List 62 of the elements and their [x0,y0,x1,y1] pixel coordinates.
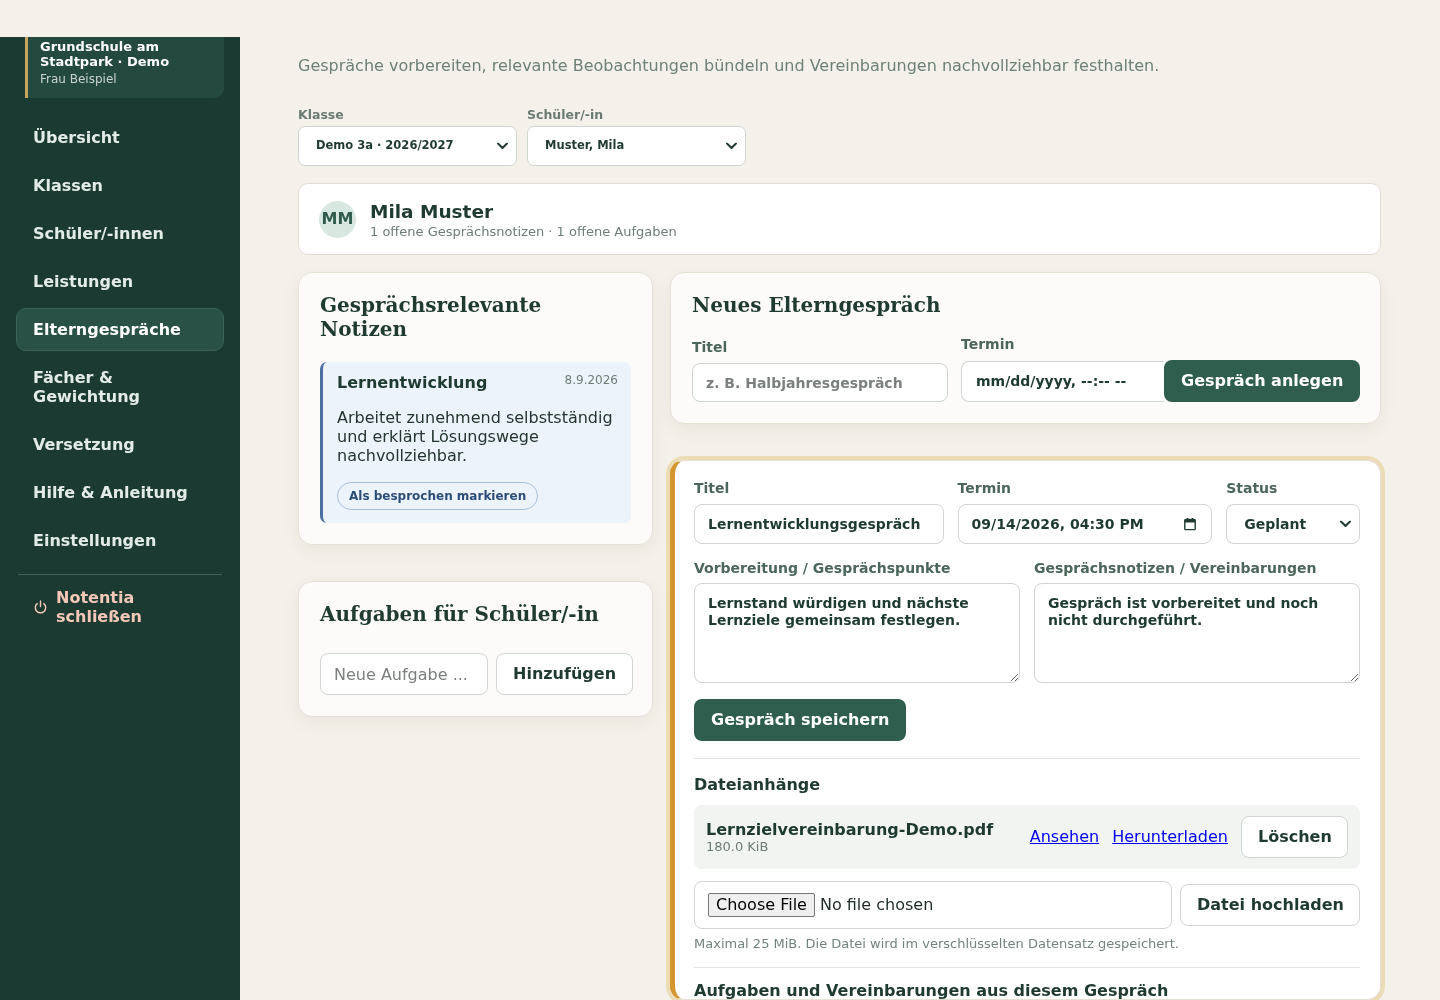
nav-item[interactable]: Einstellungen [16,519,224,562]
page-subtitle: Gespräche vorbereiten, relevante Beobachtungen bündeln und Vereinbarungen nachvollziehbar festhalten. [298,56,1161,75]
file-status-text: No file chosen [819,894,934,916]
delete-file-button[interactable]: Löschen [1241,816,1348,858]
student-name: Mila Muster [370,199,495,224]
field-label: Schüler/-in [527,107,605,122]
student-select[interactable]: Muster, Mila [527,126,746,166]
card-title: Aufgaben für Schüler/-in [320,602,600,626]
school-name: Grundschule am Stadtpark · Demo [40,39,171,69]
mark-discussed-button[interactable]: Als besprochen markieren [337,482,539,510]
note-text: Arbeitet zunehmend selbstständig und erklärt Lösungswege nachvollziehbar. [337,408,614,465]
add-task-button[interactable]: Hinzufügen [496,653,633,695]
file-size: 180.0 KiB [706,839,770,854]
file-input-field[interactable]: Choose File No file chosen [694,881,1172,929]
field-label: Gesprächsnotizen / Vereinbarungen [1034,560,1318,577]
power-icon [34,600,47,614]
field-label: Titel [692,339,729,356]
save-meeting-button[interactable]: Gespräch speichern [694,699,907,741]
nav-item[interactable]: Schüler/-innen [16,212,224,255]
notes-textarea[interactable]: Gespräch ist vorbereitet und noch nicht durchgeführt. [1034,583,1360,683]
file-name: Lernzielvereinbarung-Demo.pdf [706,820,994,839]
field-label: Klasse [298,107,345,122]
nav-item[interactable]: Leistungen [16,260,224,303]
note-date: 8.9.2026 [564,373,618,388]
field-label: Titel [694,480,731,497]
notes-textarea[interactable]: Lernstand würdigen und nächste Lernziele gemeinsam festlegen. [694,583,1020,683]
nav-item[interactable]: Hilfe & Anleitung [16,471,224,514]
upload-file-button[interactable]: Datei hochladen [1180,884,1360,926]
student-summary: 1 offene Gesprächsnotizen · 1 offene Aufgaben [370,223,677,239]
status-select[interactable]: Geplant [1226,504,1360,544]
nav-item[interactable]: Klassen [16,164,224,207]
nav-item[interactable]: Übersicht [16,116,224,159]
date-time-input[interactable]: mm/dd/yyyy, --:-- -- [961,360,1164,402]
close-app-button[interactable]: Notentia schließen [16,588,174,626]
note-category: Lernentwicklung [337,373,488,392]
file-link[interactable]: Herunterladen [1112,825,1228,849]
card-title: Neues Elterngespräch [692,293,942,317]
file-link[interactable]: Ansehen [1029,825,1100,849]
chevron-down-icon [497,142,508,150]
avatar: MM [319,200,356,238]
card-title: Gesprächsrelevante Notizen [320,293,543,341]
section-heading: Dateianhänge [694,775,822,794]
nav-item[interactable]: Elterngespräche [16,308,224,351]
create-meeting-button[interactable]: Gespräch anlegen [1164,360,1360,402]
choose-file-button[interactable]: Choose File [708,893,815,917]
chevron-down-icon [726,142,737,150]
title-input[interactable]: z. B. Halbjahresgespräch [692,363,948,402]
calendar-icon [1184,517,1197,531]
chevron-down-icon [1340,520,1351,528]
section-heading: Aufgaben und Vereinbarungen aus diesem Gespräch [694,982,1170,999]
teacher-name: Frau Beispiel [40,72,118,87]
field-label: Status [1226,480,1279,497]
task-input[interactable]: Neue Aufgabe ... [320,653,488,695]
title-input[interactable]: Lernentwicklungsgespräch [694,504,944,544]
nav-item[interactable]: Versetzung [16,423,224,466]
class-select[interactable]: Demo 3a · 2026/2027 [298,126,517,166]
upload-hint: Maximal 25 MiB. Die Datei wird im verschlüsselten Datensatz gespeichert. [694,936,1180,951]
field-label: Termin [957,480,1013,497]
nav-item[interactable]: Fächer & Gewichtung [16,356,224,418]
field-label: Vorbereitung / Gesprächspunkte [694,560,952,577]
date-time-input[interactable]: 09/14/2026, 04:30 PM [957,504,1213,544]
field-label: Termin [961,336,1016,353]
